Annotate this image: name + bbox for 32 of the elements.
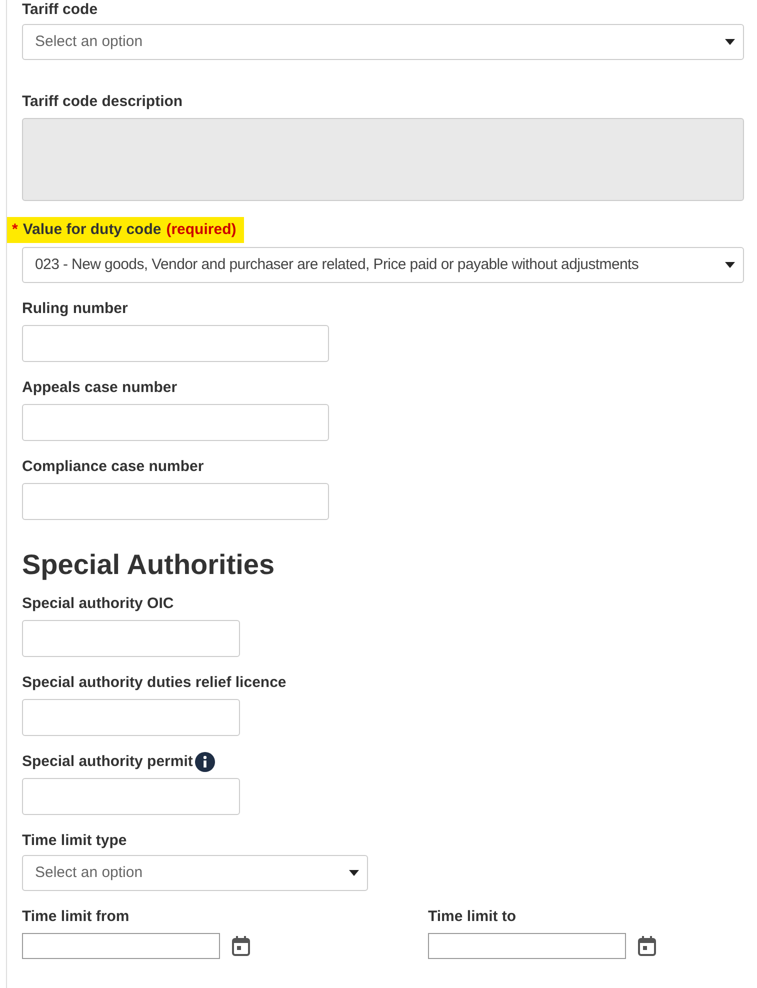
- caret-icon: [725, 262, 735, 268]
- field-label: Special authority duties relief licence: [22, 672, 286, 693]
- date-input[interactable]: [22, 933, 220, 959]
- text-input[interactable]: [22, 699, 240, 736]
- text-input[interactable]: [22, 325, 329, 362]
- select-field[interactable]: 023 - New goods, Vendor and purchaser are related, Price paid or payable without adjustments: [22, 247, 744, 283]
- select-field[interactable]: Select an option: [22, 24, 744, 60]
- select-field[interactable]: Select an option: [22, 855, 368, 891]
- text-input[interactable]: [22, 404, 329, 441]
- field-label: Appeals case number: [22, 378, 178, 398]
- field-label: Value for duty code: [22, 220, 162, 240]
- required-asterisk: *: [12, 220, 18, 240]
- calendar-icon[interactable]: [638, 936, 656, 956]
- field-label: Time limit from: [22, 907, 130, 927]
- required-note: (required): [166, 220, 236, 240]
- date-input[interactable]: [428, 933, 626, 959]
- text-input[interactable]: [22, 620, 240, 657]
- section-heading: Special Authorities: [22, 548, 276, 582]
- field-label: Special authority permit: [22, 752, 193, 772]
- field-label: Tariff code description: [22, 92, 183, 112]
- text-input[interactable]: [22, 778, 240, 815]
- field-label: Time limit type: [22, 830, 127, 851]
- caret-icon: [725, 39, 735, 45]
- field-label: Tariff code: [22, 0, 98, 20]
- info-icon[interactable]: [194, 752, 215, 772]
- field-label: Time limit to: [428, 907, 518, 927]
- field-label: Compliance case number: [22, 456, 204, 477]
- calendar-icon[interactable]: [232, 936, 250, 956]
- field-label: Special authority OIC: [22, 594, 174, 614]
- field-label: Ruling number: [22, 298, 128, 319]
- caret-icon: [349, 870, 359, 876]
- text-input[interactable]: [22, 483, 329, 520]
